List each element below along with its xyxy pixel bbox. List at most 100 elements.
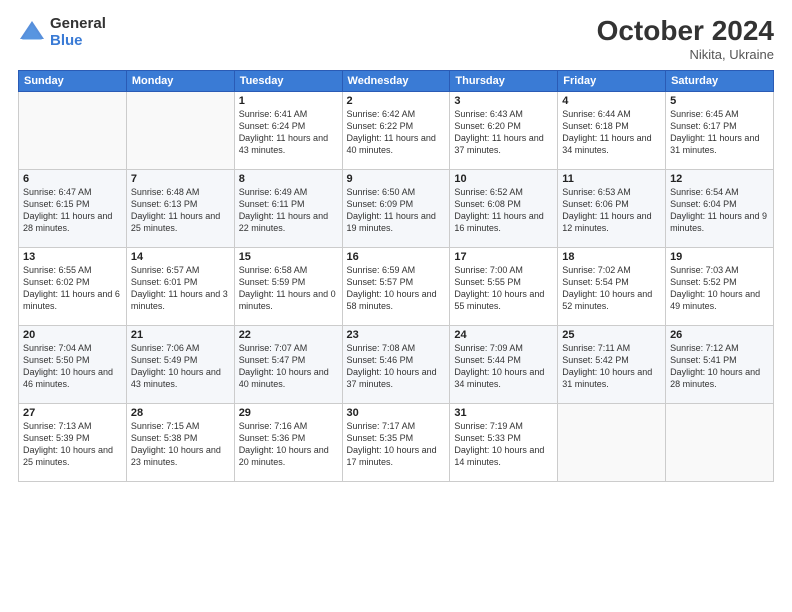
daylight-text: Daylight: 10 hours and 58 minutes. bbox=[347, 288, 446, 312]
sunset-text: Sunset: 5:46 PM bbox=[347, 354, 446, 366]
calendar-cell: 18Sunrise: 7:02 AMSunset: 5:54 PMDayligh… bbox=[558, 247, 666, 325]
day-number: 13 bbox=[23, 251, 122, 263]
day-header-tuesday: Tuesday bbox=[234, 70, 342, 91]
logo-icon bbox=[18, 19, 46, 47]
day-header-thursday: Thursday bbox=[450, 70, 558, 91]
day-number: 30 bbox=[347, 407, 446, 419]
day-number: 20 bbox=[23, 329, 122, 341]
calendar-cell: 12Sunrise: 6:54 AMSunset: 6:04 PMDayligh… bbox=[666, 169, 774, 247]
day-number: 23 bbox=[347, 329, 446, 341]
sunrise-text: Sunrise: 6:52 AM bbox=[454, 186, 553, 198]
sunrise-text: Sunrise: 7:11 AM bbox=[562, 342, 661, 354]
logo-general: General bbox=[50, 16, 106, 33]
logo-text: General Blue bbox=[50, 16, 106, 49]
sunrise-text: Sunrise: 7:19 AM bbox=[454, 420, 553, 432]
sunrise-text: Sunrise: 7:13 AM bbox=[23, 420, 122, 432]
sunrise-text: Sunrise: 6:50 AM bbox=[347, 186, 446, 198]
sunrise-text: Sunrise: 7:06 AM bbox=[131, 342, 230, 354]
day-number: 31 bbox=[454, 407, 553, 419]
day-number: 10 bbox=[454, 173, 553, 185]
sunrise-text: Sunrise: 7:00 AM bbox=[454, 264, 553, 276]
sunrise-text: Sunrise: 7:08 AM bbox=[347, 342, 446, 354]
calendar-cell bbox=[666, 403, 774, 481]
sunrise-text: Sunrise: 7:02 AM bbox=[562, 264, 661, 276]
daylight-text: Daylight: 11 hours and 9 minutes. bbox=[670, 210, 769, 234]
sunrise-text: Sunrise: 6:41 AM bbox=[239, 108, 338, 120]
sunrise-text: Sunrise: 6:47 AM bbox=[23, 186, 122, 198]
calendar-cell: 4Sunrise: 6:44 AMSunset: 6:18 PMDaylight… bbox=[558, 91, 666, 169]
sunset-text: Sunset: 5:36 PM bbox=[239, 432, 338, 444]
sunset-text: Sunset: 5:59 PM bbox=[239, 276, 338, 288]
sunset-text: Sunset: 6:02 PM bbox=[23, 276, 122, 288]
sunset-text: Sunset: 5:38 PM bbox=[131, 432, 230, 444]
sunset-text: Sunset: 6:01 PM bbox=[131, 276, 230, 288]
sunset-text: Sunset: 6:13 PM bbox=[131, 198, 230, 210]
day-number: 5 bbox=[670, 95, 769, 107]
calendar-cell: 23Sunrise: 7:08 AMSunset: 5:46 PMDayligh… bbox=[342, 325, 450, 403]
calendar-cell: 10Sunrise: 6:52 AMSunset: 6:08 PMDayligh… bbox=[450, 169, 558, 247]
daylight-text: Daylight: 11 hours and 37 minutes. bbox=[454, 132, 553, 156]
sunset-text: Sunset: 5:39 PM bbox=[23, 432, 122, 444]
calendar-cell: 26Sunrise: 7:12 AMSunset: 5:41 PMDayligh… bbox=[666, 325, 774, 403]
sunset-text: Sunset: 5:33 PM bbox=[454, 432, 553, 444]
calendar-table: SundayMondayTuesdayWednesdayThursdayFrid… bbox=[18, 70, 774, 482]
calendar-cell: 31Sunrise: 7:19 AMSunset: 5:33 PMDayligh… bbox=[450, 403, 558, 481]
day-number: 17 bbox=[454, 251, 553, 263]
day-number: 8 bbox=[239, 173, 338, 185]
day-header-friday: Friday bbox=[558, 70, 666, 91]
daylight-text: Daylight: 11 hours and 34 minutes. bbox=[562, 132, 661, 156]
sunset-text: Sunset: 5:55 PM bbox=[454, 276, 553, 288]
sunrise-text: Sunrise: 7:04 AM bbox=[23, 342, 122, 354]
day-number: 6 bbox=[23, 173, 122, 185]
day-header-saturday: Saturday bbox=[666, 70, 774, 91]
day-number: 16 bbox=[347, 251, 446, 263]
title-block: October 2024 Nikita, Ukraine bbox=[597, 16, 774, 62]
daylight-text: Daylight: 11 hours and 43 minutes. bbox=[239, 132, 338, 156]
sunset-text: Sunset: 6:11 PM bbox=[239, 198, 338, 210]
calendar-cell: 21Sunrise: 7:06 AMSunset: 5:49 PMDayligh… bbox=[126, 325, 234, 403]
daylight-text: Daylight: 10 hours and 40 minutes. bbox=[239, 366, 338, 390]
calendar-week-3: 13Sunrise: 6:55 AMSunset: 6:02 PMDayligh… bbox=[19, 247, 774, 325]
sunrise-text: Sunrise: 6:48 AM bbox=[131, 186, 230, 198]
sunset-text: Sunset: 5:49 PM bbox=[131, 354, 230, 366]
sunrise-text: Sunrise: 6:43 AM bbox=[454, 108, 553, 120]
logo: General Blue bbox=[18, 16, 106, 49]
day-number: 7 bbox=[131, 173, 230, 185]
sunrise-text: Sunrise: 6:49 AM bbox=[239, 186, 338, 198]
page: General Blue October 2024 Nikita, Ukrain… bbox=[0, 0, 792, 612]
daylight-text: Daylight: 10 hours and 34 minutes. bbox=[454, 366, 553, 390]
calendar-cell: 20Sunrise: 7:04 AMSunset: 5:50 PMDayligh… bbox=[19, 325, 127, 403]
sunrise-text: Sunrise: 6:42 AM bbox=[347, 108, 446, 120]
sunset-text: Sunset: 5:35 PM bbox=[347, 432, 446, 444]
sunset-text: Sunset: 5:54 PM bbox=[562, 276, 661, 288]
calendar-cell: 1Sunrise: 6:41 AMSunset: 6:24 PMDaylight… bbox=[234, 91, 342, 169]
daylight-text: Daylight: 11 hours and 40 minutes. bbox=[347, 132, 446, 156]
calendar-cell bbox=[126, 91, 234, 169]
daylight-text: Daylight: 10 hours and 37 minutes. bbox=[347, 366, 446, 390]
daylight-text: Daylight: 10 hours and 55 minutes. bbox=[454, 288, 553, 312]
calendar-header-row: SundayMondayTuesdayWednesdayThursdayFrid… bbox=[19, 70, 774, 91]
calendar-week-4: 20Sunrise: 7:04 AMSunset: 5:50 PMDayligh… bbox=[19, 325, 774, 403]
daylight-text: Daylight: 11 hours and 22 minutes. bbox=[239, 210, 338, 234]
day-number: 4 bbox=[562, 95, 661, 107]
day-number: 29 bbox=[239, 407, 338, 419]
calendar-cell: 29Sunrise: 7:16 AMSunset: 5:36 PMDayligh… bbox=[234, 403, 342, 481]
sunrise-text: Sunrise: 6:53 AM bbox=[562, 186, 661, 198]
daylight-text: Daylight: 11 hours and 31 minutes. bbox=[670, 132, 769, 156]
calendar-week-5: 27Sunrise: 7:13 AMSunset: 5:39 PMDayligh… bbox=[19, 403, 774, 481]
day-number: 2 bbox=[347, 95, 446, 107]
location-subtitle: Nikita, Ukraine bbox=[597, 47, 774, 62]
daylight-text: Daylight: 10 hours and 20 minutes. bbox=[239, 444, 338, 468]
daylight-text: Daylight: 10 hours and 52 minutes. bbox=[562, 288, 661, 312]
daylight-text: Daylight: 11 hours and 0 minutes. bbox=[239, 288, 338, 312]
daylight-text: Daylight: 11 hours and 6 minutes. bbox=[23, 288, 122, 312]
daylight-text: Daylight: 10 hours and 43 minutes. bbox=[131, 366, 230, 390]
calendar-cell: 14Sunrise: 6:57 AMSunset: 6:01 PMDayligh… bbox=[126, 247, 234, 325]
calendar-cell: 22Sunrise: 7:07 AMSunset: 5:47 PMDayligh… bbox=[234, 325, 342, 403]
day-number: 24 bbox=[454, 329, 553, 341]
sunset-text: Sunset: 5:41 PM bbox=[670, 354, 769, 366]
sunrise-text: Sunrise: 7:07 AM bbox=[239, 342, 338, 354]
calendar-cell: 25Sunrise: 7:11 AMSunset: 5:42 PMDayligh… bbox=[558, 325, 666, 403]
calendar-week-2: 6Sunrise: 6:47 AMSunset: 6:15 PM Daylight… bbox=[19, 169, 774, 247]
sunset-text: Sunset: 6:15 PM bbox=[23, 198, 122, 210]
